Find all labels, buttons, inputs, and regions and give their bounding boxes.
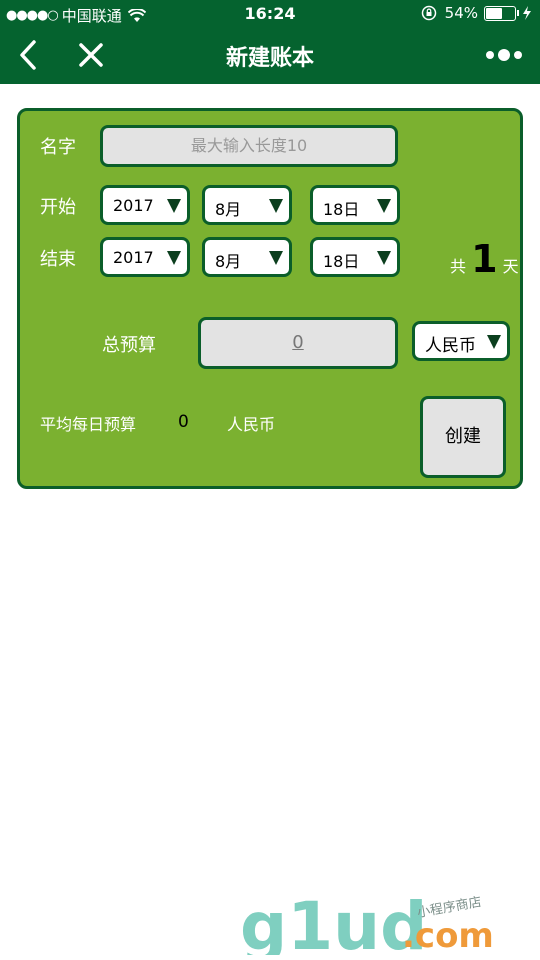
start-year-value: 2017 <box>113 196 154 215</box>
end-year-value: 2017 <box>113 248 154 267</box>
nav-bar: 新建账本 <box>0 28 540 84</box>
watermark-suffix-text: .com <box>402 916 494 955</box>
charging-icon <box>523 6 531 20</box>
daily-budget-label: 平均每日预算 <box>40 415 137 434</box>
end-day-select[interactable]: 18日 <box>310 237 400 277</box>
end-month-select[interactable]: 8月 <box>202 237 292 277</box>
dropdown-arrow-icon <box>487 335 501 349</box>
watermark-logo: g1ud 小程序商店 .com <box>240 888 494 960</box>
dropdown-arrow-icon <box>269 199 283 213</box>
create-button[interactable]: 创建 <box>420 396 506 478</box>
dropdown-arrow-icon <box>377 199 391 213</box>
battery-percent: 54% <box>444 4 478 22</box>
start-month-value: 8月 <box>215 200 242 219</box>
total-budget-value: 0 <box>292 332 304 353</box>
watermark-logo-text: g1ud <box>240 888 427 955</box>
daily-budget-value: 0 <box>178 412 189 432</box>
total-budget-input[interactable]: 0 <box>198 317 398 369</box>
dropdown-arrow-icon <box>167 199 181 213</box>
status-bar: ●●●●○ 中国联通 16:24 54% <box>0 0 540 28</box>
currency-value: 人民币 <box>425 336 476 356</box>
start-day-select[interactable]: 18日 <box>310 185 400 225</box>
start-year-select[interactable]: 2017 <box>100 185 190 225</box>
end-year-select[interactable]: 2017 <box>100 237 190 277</box>
battery-icon <box>484 5 519 21</box>
total-budget-label: 总预算 <box>102 335 156 356</box>
start-day-value: 18日 <box>323 200 360 219</box>
daily-budget-currency: 人民币 <box>227 415 276 434</box>
start-label: 开始 <box>40 197 76 218</box>
dropdown-arrow-icon <box>377 251 391 265</box>
watermark: g1ud 小程序商店 .com <box>240 885 530 960</box>
day-count-value: 1 <box>471 237 498 281</box>
more-icon[interactable] <box>484 46 524 64</box>
name-label: 名字 <box>40 137 76 158</box>
end-month-value: 8月 <box>215 252 242 271</box>
day-count-prefix: 共 <box>450 257 467 276</box>
rotation-lock-icon <box>421 5 436 21</box>
dropdown-arrow-icon <box>167 251 181 265</box>
day-count-suffix: 天 <box>502 257 519 276</box>
name-input[interactable]: 最大输入长度10 <box>100 125 398 167</box>
currency-select[interactable]: 人民币 <box>412 321 510 361</box>
page-title: 新建账本 <box>225 46 314 71</box>
day-count: 共 1 天 <box>450 237 519 281</box>
new-ledger-card: 名字 最大输入长度10 开始 2017 8月 18日 结束 2017 8月 18… <box>17 108 523 489</box>
end-day-value: 18日 <box>323 252 360 271</box>
dropdown-arrow-icon <box>269 251 283 265</box>
end-label: 结束 <box>40 249 76 270</box>
status-right: 54% <box>421 4 532 22</box>
start-month-select[interactable]: 8月 <box>202 185 292 225</box>
